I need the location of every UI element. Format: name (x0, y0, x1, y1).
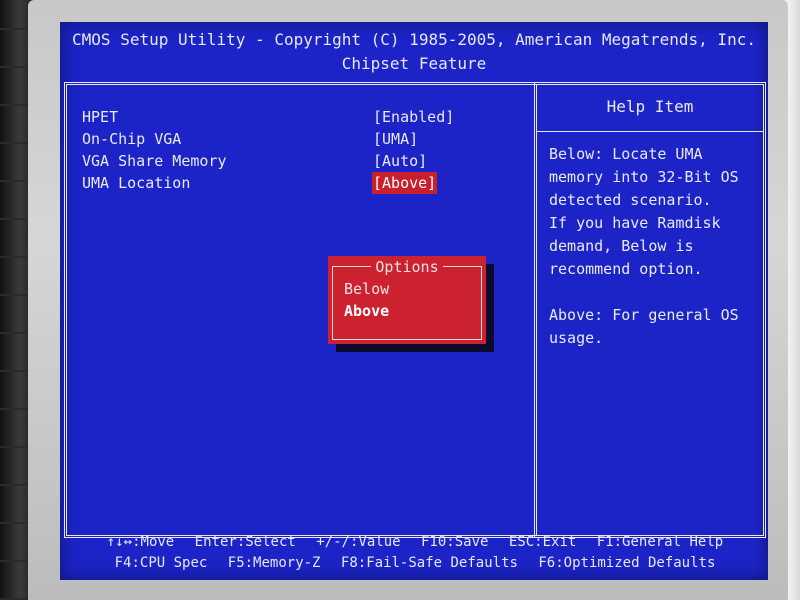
setting-hpet[interactable]: HPET [Enabled] (82, 106, 522, 128)
help-divider (537, 131, 763, 132)
key-help-footer: ↑↓↔:Move Enter:Select +/-/:Value F10:Sav… (64, 532, 766, 578)
copyright-line: CMOS Setup Utility - Copyright (C) 1985-… (72, 30, 756, 49)
key-hint-cpu-spec: F4:CPU Spec (114, 555, 208, 571)
key-hint-general-help: F1:General Help (596, 534, 724, 550)
key-hint-fail-safe: F8:Fail-Safe Defaults (340, 555, 518, 571)
footer-row-2: F4:CPU Spec F5:Memory-Z F8:Fail-Safe Def… (64, 553, 766, 574)
help-line: memory into 32-Bit OS (549, 168, 739, 186)
setting-value[interactable]: [Auto] (372, 150, 428, 172)
key-hint-memory-z: F5:Memory-Z (227, 555, 321, 571)
setting-label: On-Chip VGA (82, 130, 182, 148)
help-line: If you have Ramdisk (549, 214, 721, 232)
bios-header: CMOS Setup Utility - Copyright (C) 1985-… (60, 22, 768, 76)
help-line: detected scenario. (549, 191, 712, 209)
help-line: Above: For general OS (549, 306, 739, 324)
option-below[interactable]: Below (344, 278, 389, 300)
setting-label: UMA Location (82, 174, 191, 192)
setting-value[interactable]: [UMA] (372, 128, 419, 150)
help-line: Below: Locate UMA (549, 145, 703, 163)
option-above[interactable]: Above (344, 300, 389, 322)
setting-vga-share-memory[interactable]: VGA Share Memory [Auto] (82, 150, 522, 172)
help-line (549, 281, 749, 304)
key-hint-select: Enter:Select (194, 534, 296, 550)
key-hint-move: ↑↓↔:Move (106, 534, 175, 550)
setting-value[interactable]: [Enabled] (372, 106, 455, 128)
options-popup: Options Below Above (328, 256, 486, 344)
setting-uma-location[interactable]: UMA Location [Above] (82, 172, 522, 194)
help-line: demand, Below is (549, 237, 694, 255)
setting-on-chip-vga[interactable]: On-Chip VGA [UMA] (82, 128, 522, 150)
page-title: Chipset Feature (341, 54, 487, 73)
key-hint-exit: ESC:Exit (508, 534, 577, 550)
help-line: recommend option. (549, 260, 703, 278)
options-popup-title: Options (328, 258, 486, 276)
help-line: usage. (549, 329, 604, 347)
setting-value-selected[interactable]: [Above] (372, 172, 438, 194)
options-title-text: Options (371, 258, 443, 276)
help-title: Help Item (606, 97, 694, 116)
help-panel: Help Item Below: Locate UMA memory into … (534, 82, 766, 538)
key-hint-value: +/-/:Value (316, 534, 401, 550)
setting-label: HPET (82, 108, 119, 126)
bios-screen: CMOS Setup Utility - Copyright (C) 1985-… (60, 22, 768, 580)
key-hint-save: F10:Save (421, 534, 489, 550)
key-hint-optimized: F6:Optimized Defaults (538, 555, 716, 571)
setting-label: VGA Share Memory (82, 152, 227, 170)
footer-row-1: ↑↓↔:Move Enter:Select +/-/:Value F10:Sav… (64, 532, 766, 553)
help-text: Below: Locate UMA memory into 32-Bit OS … (549, 143, 749, 350)
